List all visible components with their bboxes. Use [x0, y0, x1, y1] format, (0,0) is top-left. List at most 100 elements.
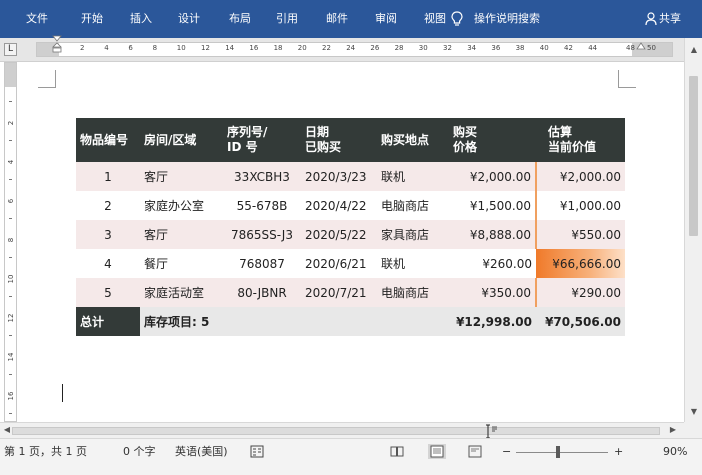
zoom-out-button[interactable]: − [502, 444, 511, 460]
menu-review[interactable]: 审阅 [375, 11, 397, 27]
cell-price[interactable]: ¥2,000.00 [449, 162, 536, 191]
scroll-left-icon[interactable]: ◀ [2, 425, 12, 435]
horizontal-ruler[interactable]: 2 4 6 8 10 12 14 16 18 20 22 24 26 28 30 32 34 36 38 40 42 44… [36, 42, 673, 57]
header-item-number[interactable]: 物品编号 [76, 118, 140, 162]
menu-file[interactable]: 文件 [26, 11, 48, 27]
header-serial[interactable]: 序列号/ ID 号 [223, 118, 301, 162]
accessibility-icon[interactable] [250, 445, 264, 458]
lightbulb-icon[interactable] [451, 11, 463, 27]
horizontal-scroll-thumb[interactable] [12, 427, 660, 435]
cell-place[interactable]: 电脑商店 [377, 278, 449, 307]
zoom-slider-track[interactable] [516, 452, 608, 453]
header-value[interactable]: 估算 当前价值 [536, 118, 625, 162]
tab-selector[interactable]: L [4, 43, 17, 56]
header-price-text: 购买 价格 [453, 125, 478, 154]
cell-value[interactable]: ¥1,000.00 [535, 191, 625, 220]
cell-serial[interactable]: 768087 [223, 249, 301, 278]
text-cursor [62, 384, 63, 402]
web-layout-icon[interactable] [468, 445, 482, 458]
table-row[interactable]: 4 餐厅 768087 2020/6/21 联机 ¥260.00 ¥66,666… [76, 249, 625, 278]
cell-serial[interactable]: 55-678B [223, 191, 301, 220]
cell-price[interactable]: ¥1,500.00 [449, 191, 536, 220]
header-place[interactable]: 购买地点 [377, 118, 449, 162]
vertical-scrollbar[interactable]: ▲ ▼ [684, 38, 702, 422]
menu-home[interactable]: 开始 [81, 11, 103, 27]
cell-date[interactable]: 2020/3/23 [301, 162, 377, 191]
scroll-right-icon[interactable]: ▶ [668, 425, 678, 435]
word-count[interactable]: 0 个字 [123, 444, 156, 460]
cell-date[interactable]: 2020/5/22 [301, 220, 377, 249]
ruler-number: 24 [346, 44, 356, 52]
header-room[interactable]: 房间/区域 [140, 118, 223, 162]
left-indent-marker[interactable] [52, 35, 62, 53]
cell-date[interactable]: 2020/7/21 [301, 278, 377, 307]
zoom-in-button[interactable]: + [614, 444, 623, 460]
right-indent-marker[interactable] [636, 35, 646, 53]
table-row[interactable]: 2 家庭办公室 55-678B 2020/4/22 电脑商店 ¥1,500.00… [76, 191, 625, 220]
menu-layout[interactable]: 布局 [229, 11, 251, 27]
menu-view[interactable]: 视图 [424, 11, 446, 27]
cell-item-number[interactable]: 2 [76, 191, 140, 220]
cell-place[interactable]: 电脑商店 [377, 191, 449, 220]
vertical-ruler-tick [9, 413, 12, 414]
menu-references[interactable]: 引用 [276, 11, 298, 27]
total-items[interactable]: 库存项目: 5 [140, 307, 449, 336]
inventory-table[interactable]: 物品编号 房间/区域 序列号/ ID 号 日期 已购买 购买地点 购买 价格 估… [76, 118, 625, 336]
language-indicator[interactable]: 英语(美国) [175, 444, 228, 460]
table-row[interactable]: 3 客厅 7865SS-J3 2020/5/22 家具商店 ¥8,888.00 … [76, 220, 625, 249]
menu-insert[interactable]: 插入 [130, 11, 152, 27]
cell-item-number[interactable]: 1 [76, 162, 140, 191]
table-row[interactable]: 1 客厅 33XCBH3 2020/3/23 联机 ¥2,000.00 ¥2,0… [76, 162, 625, 191]
menu-design[interactable]: 设计 [178, 11, 200, 27]
cell-serial[interactable]: 80-JBNR [223, 278, 301, 307]
scroll-down-icon[interactable]: ▼ [689, 407, 699, 417]
cell-serial[interactable]: 33XCBH3 [223, 162, 301, 191]
vertical-ruler-tick [9, 335, 12, 336]
total-price[interactable]: ¥12,998.00 [449, 307, 536, 336]
ruler-number: 36 [491, 44, 501, 52]
cell-value-highlighted[interactable]: ¥66,666.00 [536, 249, 625, 278]
vertical-ruler[interactable]: 24681012141618 [4, 62, 17, 439]
vertical-ruler-number: 8 [7, 237, 15, 243]
cell-date[interactable]: 2020/4/22 [301, 191, 377, 220]
cell-price[interactable]: ¥260.00 [449, 249, 536, 278]
table-row[interactable]: 5 家庭活动室 80-JBNR 2020/7/21 电脑商店 ¥350.00 ¥… [76, 278, 625, 307]
menu-mailings[interactable]: 邮件 [326, 11, 348, 27]
cell-room[interactable]: 客厅 [140, 162, 223, 191]
cell-room[interactable]: 家庭活动室 [140, 278, 223, 307]
table-total-row[interactable]: 总计 库存项目: 5 ¥12,998.00 ¥70,506.00 [76, 307, 625, 336]
cell-place[interactable]: 家具商店 [377, 220, 449, 249]
cell-item-number[interactable]: 5 [76, 278, 140, 307]
cell-date[interactable]: 2020/6/21 [301, 249, 377, 278]
read-mode-icon[interactable] [390, 445, 404, 458]
cell-place[interactable]: 联机 [377, 162, 449, 191]
zoom-slider-thumb[interactable] [556, 446, 560, 458]
page-count[interactable]: 第 1 页，共 1 页 [4, 444, 87, 460]
vertical-scroll-thumb[interactable] [689, 76, 698, 236]
cell-value[interactable]: ¥550.00 [535, 220, 625, 249]
header-date[interactable]: 日期 已购买 [301, 118, 377, 162]
page-corner-mark-top-right [618, 70, 636, 88]
zoom-level[interactable]: 90% [663, 444, 687, 460]
header-price[interactable]: 购买 价格 [449, 118, 536, 162]
cell-place[interactable]: 联机 [377, 249, 449, 278]
cell-price[interactable]: ¥8,888.00 [449, 220, 536, 249]
ruler-number: 38 [515, 44, 525, 52]
cell-value[interactable]: ¥2,000.00 [535, 162, 625, 191]
cell-room[interactable]: 客厅 [140, 220, 223, 249]
user-icon[interactable] [645, 12, 657, 26]
cell-room[interactable]: 餐厅 [140, 249, 223, 278]
cell-serial[interactable]: 7865SS-J3 [223, 220, 301, 249]
cell-item-number[interactable]: 4 [76, 249, 140, 278]
total-label[interactable]: 总计 [76, 307, 140, 336]
cell-value[interactable]: ¥290.00 [535, 278, 625, 307]
cell-room[interactable]: 家庭办公室 [140, 191, 223, 220]
cell-price[interactable]: ¥350.00 [449, 278, 536, 307]
share-button[interactable]: 共享 [659, 11, 681, 27]
horizontal-scrollbar[interactable]: ◀ ▶ [0, 422, 684, 439]
total-value[interactable]: ¥70,506.00 [536, 307, 625, 336]
print-layout-icon[interactable] [428, 444, 446, 459]
tell-me-search[interactable]: 操作说明搜索 [474, 11, 540, 27]
cell-item-number[interactable]: 3 [76, 220, 140, 249]
scroll-up-icon[interactable]: ▲ [689, 45, 699, 55]
